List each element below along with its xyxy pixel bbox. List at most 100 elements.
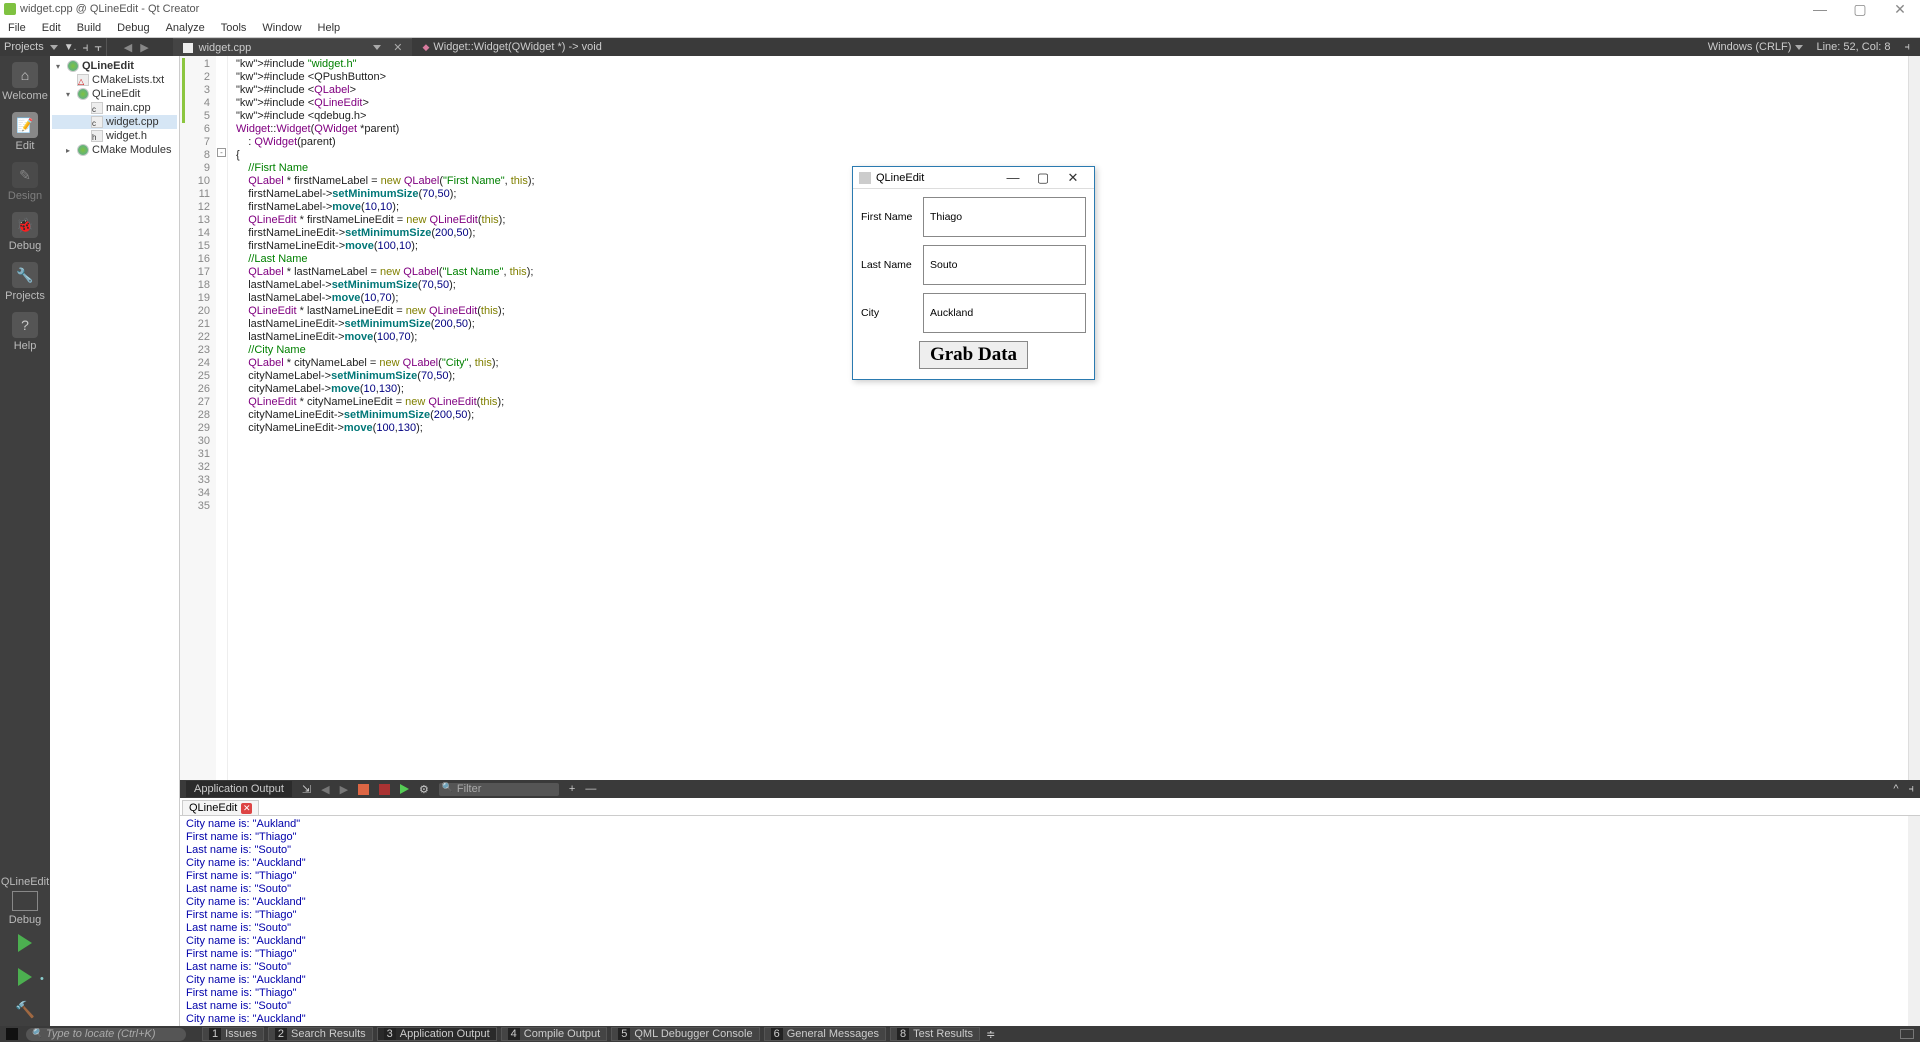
chevron-down-icon (1795, 45, 1803, 50)
split-editor-icon[interactable]: ⫞ (1905, 41, 1911, 54)
mode-edit[interactable]: 📝Edit (12, 112, 38, 152)
last-name-input[interactable] (923, 245, 1086, 285)
more-panes[interactable]: ≑ (986, 1028, 995, 1041)
split-icon[interactable]: ⫞ (82, 40, 88, 55)
status-pane-2[interactable]: 2Search Results (268, 1027, 373, 1041)
tree-root[interactable]: ▾QLineEdit (52, 59, 177, 73)
mode-help[interactable]: ?Help (12, 312, 38, 352)
h-file-icon (91, 130, 103, 142)
wrench-icon: 🔧 (12, 262, 38, 288)
mode-welcome[interactable]: ⌂Welcome (2, 62, 48, 102)
run-debug-button[interactable] (18, 968, 32, 986)
build-button[interactable]: 🔨 (15, 1000, 35, 1020)
code-editor[interactable]: 1234567891011121314151617181920212223242… (180, 56, 1920, 780)
symbol-breadcrumb[interactable]: ◆ Widget::Widget(QWidget *) -> void (422, 41, 601, 53)
menu-debug[interactable]: Debug (117, 22, 149, 34)
close-output-tab[interactable]: ✕ (241, 803, 252, 814)
progress-icon[interactable] (1900, 1029, 1914, 1039)
app-maximize[interactable]: ▢ (1028, 170, 1058, 186)
filter-icon[interactable]: ▼. (64, 42, 77, 53)
split2-icon[interactable]: ⫟ (94, 40, 101, 55)
close-sidebar-icon[interactable] (6, 1028, 18, 1040)
locator-input[interactable]: Type to locate (Ctrl+K) (26, 1028, 186, 1041)
nav-back-icon[interactable]: ◀ (120, 41, 136, 54)
tree-main-cpp[interactable]: main.cpp (52, 101, 177, 115)
minimize-button[interactable]: — (1800, 1, 1840, 17)
app-close[interactable]: ✕ (1058, 170, 1088, 186)
add-output-tab[interactable]: + (569, 783, 575, 795)
open-document-tab[interactable]: widget.cpp ✕ (173, 38, 413, 56)
app-titlebar[interactable]: QLineEdit — ▢ ✕ (853, 167, 1094, 189)
close-tab-icon[interactable]: ✕ (393, 41, 402, 54)
bug-icon: 🐞 (12, 212, 38, 238)
run-button[interactable] (18, 934, 32, 952)
mode-debug[interactable]: 🐞Debug (9, 212, 41, 252)
status-pane-1[interactable]: 1Issues (202, 1027, 264, 1041)
status-pane-8[interactable]: 8Test Results (890, 1027, 980, 1041)
rerun-button[interactable] (400, 784, 409, 794)
maximize-output-icon[interactable]: ^ (1893, 783, 1898, 795)
kit-target[interactable]: QLineEdit Debug (1, 876, 49, 926)
cmake-file-icon (77, 74, 89, 86)
chevron-down-icon[interactable] (373, 45, 381, 50)
cpp-file-icon (183, 43, 193, 53)
status-pane-5[interactable]: 5QML Debugger Console (611, 1027, 759, 1041)
projects-selector[interactable]: Projects (4, 41, 44, 53)
output-body[interactable]: City name is: "Aukland"First name is: "T… (180, 816, 1920, 1026)
code-area[interactable]: "kw">#include "widget.h""kw">#include <Q… (228, 56, 1908, 780)
mode-design[interactable]: ✎Design (8, 162, 42, 202)
collapse-output[interactable]: — (585, 783, 596, 795)
running-app-window[interactable]: QLineEdit — ▢ ✕ First Name Last Name Cit… (852, 166, 1095, 380)
line-ending[interactable]: Windows (CRLF) (1708, 41, 1803, 53)
project-icon (77, 144, 89, 156)
status-pane-3[interactable]: 3Application Output (377, 1027, 497, 1041)
menu-edit[interactable]: Edit (42, 22, 61, 34)
gear-icon[interactable]: ⚙ (419, 783, 429, 796)
first-name-input[interactable] (923, 197, 1086, 237)
app-minimize[interactable]: — (998, 170, 1028, 185)
tree-cmake-modules[interactable]: ▸CMake Modules (52, 143, 177, 157)
output-panel-label: Application Output (186, 781, 292, 797)
menu-window[interactable]: Window (262, 22, 301, 34)
app-icon (859, 172, 871, 184)
next-icon[interactable]: ▶ (340, 783, 348, 796)
stop-all-button[interactable] (379, 784, 390, 795)
maximize-button[interactable]: ▢ (1840, 1, 1880, 18)
project-icon (67, 60, 79, 72)
city-input[interactable] (923, 293, 1086, 333)
output-tab-qlineedit[interactable]: QLineEdit ✕ (182, 800, 259, 815)
status-pane-4[interactable]: 4Compile Output (501, 1027, 608, 1041)
menu-help[interactable]: Help (318, 22, 341, 34)
menu-tools[interactable]: Tools (221, 22, 247, 34)
mode-projects[interactable]: 🔧Projects (5, 262, 45, 302)
tree-widget-h[interactable]: widget.h (52, 129, 177, 143)
editor-scrollbar[interactable] (1908, 56, 1920, 780)
menu-analyze[interactable]: Analyze (166, 22, 205, 34)
project-tree[interactable]: ▾QLineEdit CMakeLists.txt ▾QLineEdit mai… (50, 56, 180, 1026)
menu-build[interactable]: Build (77, 22, 101, 34)
attach-icon[interactable]: ⇲ (302, 783, 311, 796)
cursor-position[interactable]: Line: 52, Col: 8 (1817, 41, 1891, 53)
output-scrollbar[interactable] (1908, 816, 1920, 1026)
close-button[interactable]: ✕ (1880, 1, 1920, 18)
nav-fwd-icon[interactable]: ▶ (136, 41, 152, 54)
brush-icon: ✎ (12, 162, 38, 188)
menu-file[interactable]: File (8, 22, 26, 34)
project-icon (77, 88, 89, 100)
chevron-down-icon[interactable] (50, 45, 58, 50)
output-filter-input[interactable]: Filter (439, 783, 559, 796)
tree-widget-cpp[interactable]: widget.cpp (52, 115, 177, 129)
prev-icon[interactable]: ◀ (321, 783, 329, 796)
tree-cmakelists[interactable]: CMakeLists.txt (52, 73, 177, 87)
split-output-icon[interactable]: ⫞ (1909, 783, 1915, 796)
status-pane-6[interactable]: 6General Messages (764, 1027, 886, 1041)
monitor-icon (12, 891, 38, 911)
fold-gutter[interactable]: - (216, 56, 228, 780)
window-title: widget.cpp @ QLineEdit - Qt Creator (20, 3, 199, 15)
line-gutter[interactable]: 1234567891011121314151617181920212223242… (180, 56, 216, 780)
grab-data-button[interactable]: Grab Data (919, 341, 1028, 369)
tree-target[interactable]: ▾QLineEdit (52, 87, 177, 101)
stop-button[interactable] (358, 784, 369, 795)
symbol-icon: ◆ (422, 42, 429, 53)
cpp-file-icon (91, 102, 103, 114)
